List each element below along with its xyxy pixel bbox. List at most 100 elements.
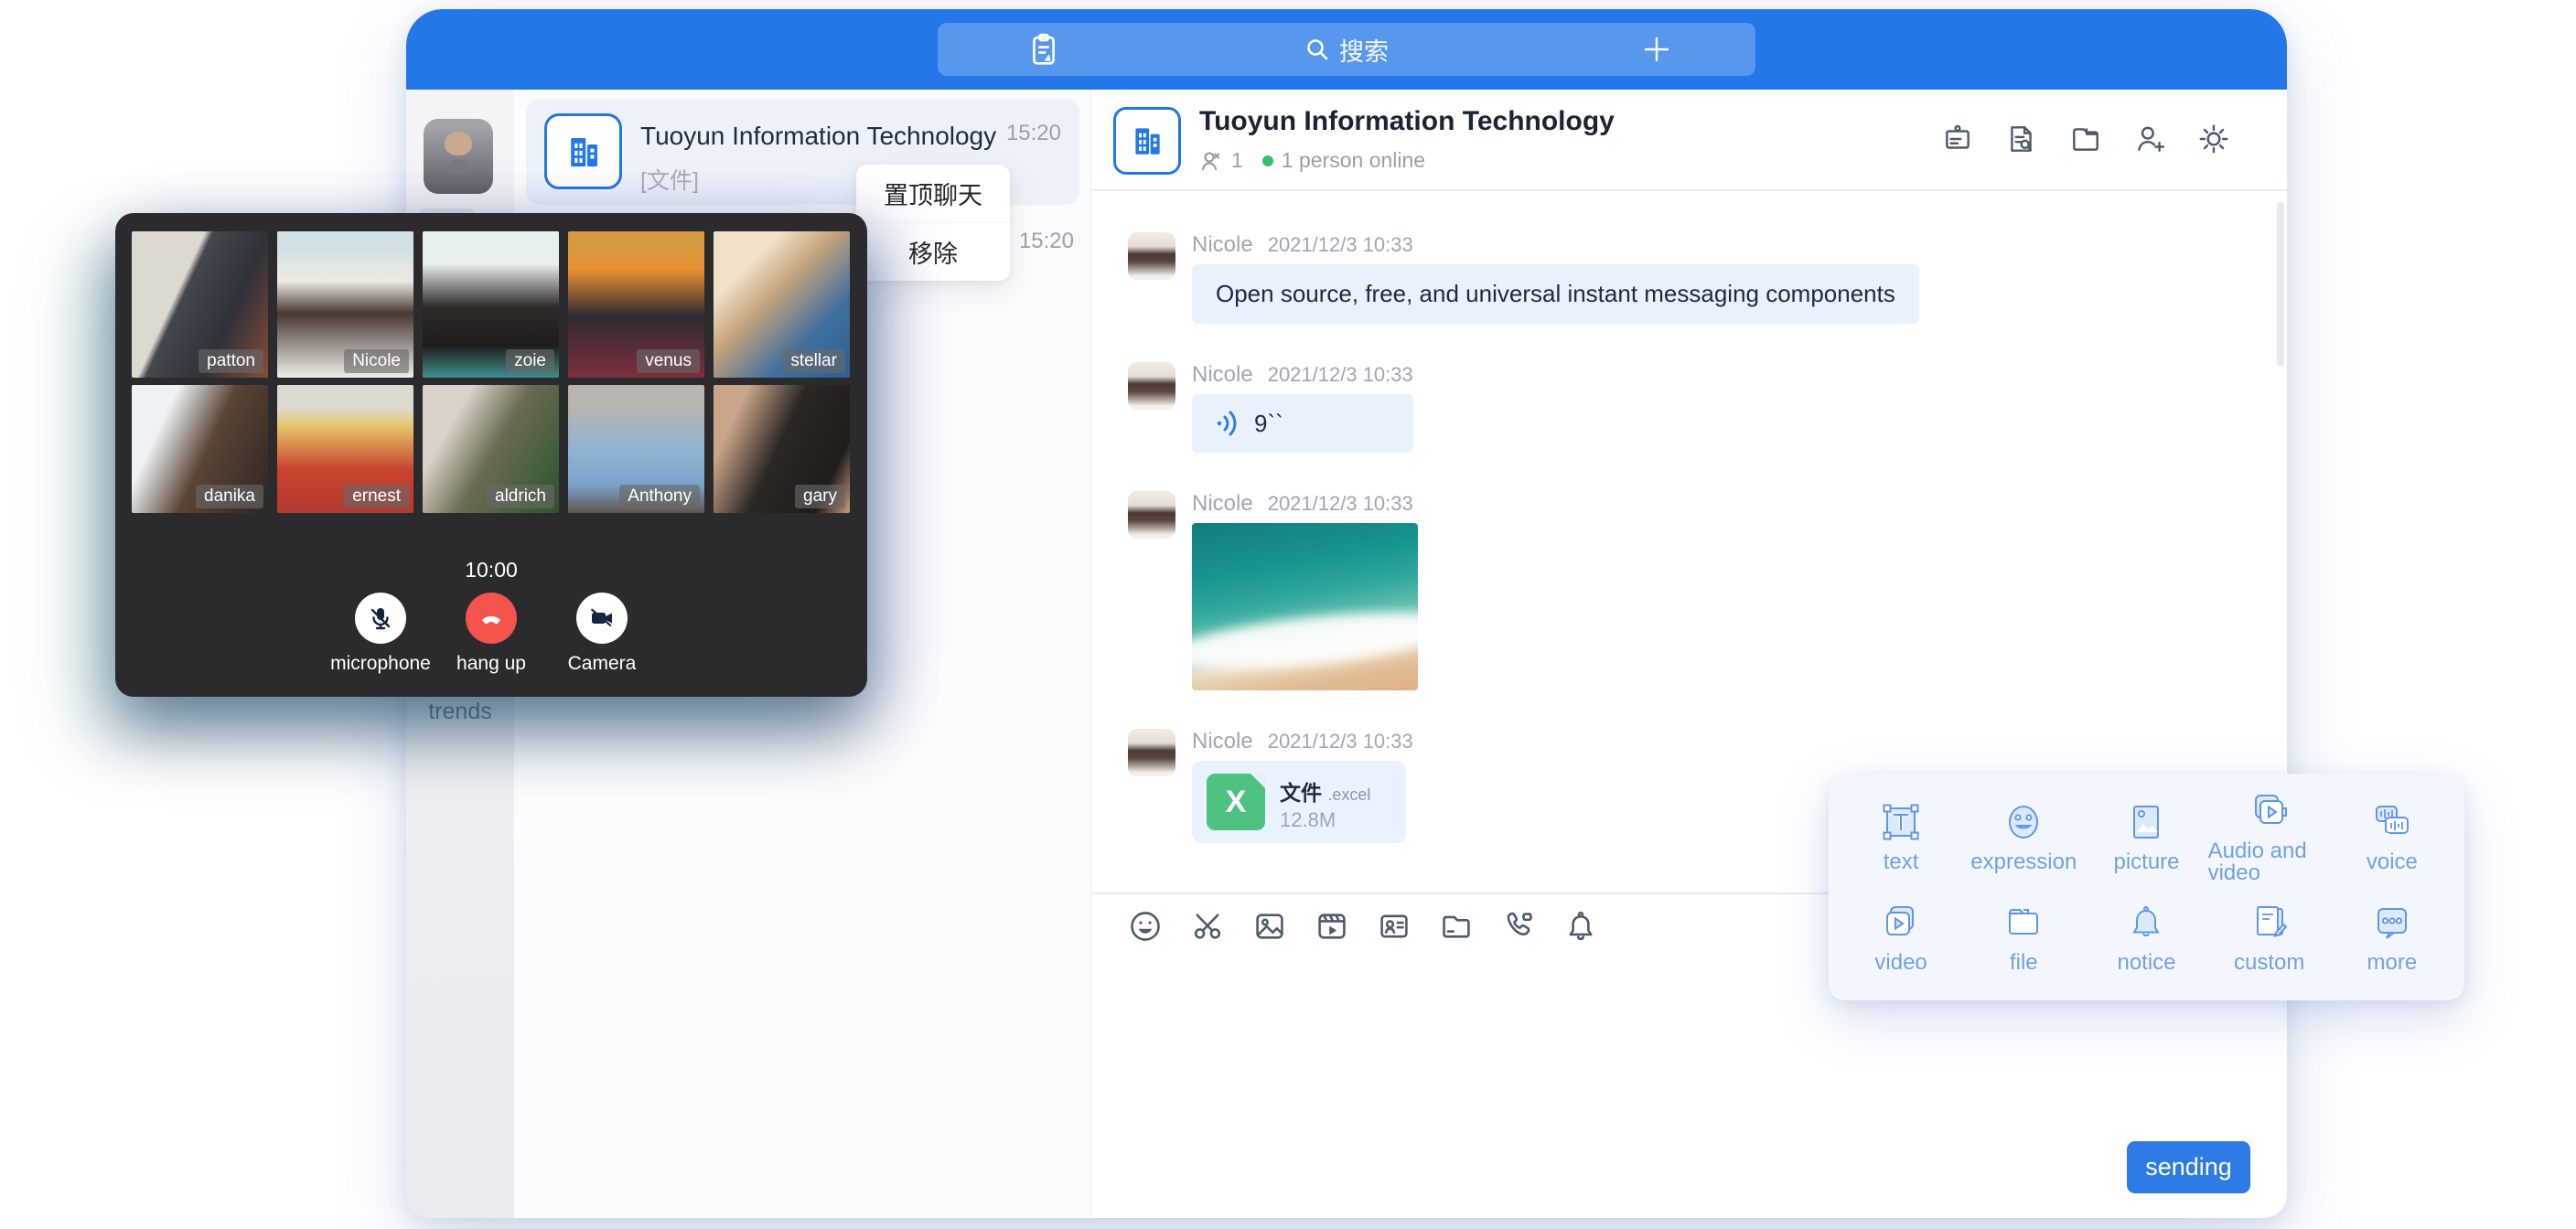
menu-item-pin-chat[interactable]: 置顶聊天	[856, 165, 1010, 222]
sender-name: Nicole	[1192, 729, 1253, 754]
online-status: 1 person online	[1282, 148, 1425, 173]
sender-avatar[interactable]	[1128, 232, 1175, 280]
hang-up-button[interactable]: hang up	[437, 593, 545, 675]
files-icon[interactable]	[2069, 123, 2102, 155]
conversation-last-message: [文件]	[640, 163, 699, 196]
sender-name: Nicole	[1192, 491, 1253, 517]
file-size: 12.8M	[1280, 808, 1336, 832]
screen: 搜索 trends	[0, 0, 2576, 1229]
expression-icon	[2002, 801, 2045, 843]
participant-grid: patton Nicole zoie venus stellar danika …	[132, 231, 850, 513]
file-icon	[2002, 902, 2045, 944]
screenshot-scissors-icon[interactable]	[1190, 909, 1225, 944]
notification-bell-icon[interactable]	[1563, 909, 1598, 944]
participant-video: Nicole	[277, 231, 413, 378]
file-attachment[interactable]: X 文件 .excel 12.8M	[1192, 761, 1406, 843]
message-time: 2021/12/3 10:33	[1268, 492, 1413, 516]
participant-name: zoie	[506, 349, 554, 373]
sender-name: Nicole	[1192, 232, 1253, 258]
notice-icon	[2125, 902, 2167, 944]
panel-item-voice[interactable]: voice	[2331, 786, 2453, 887]
microphone-label: microphone	[327, 653, 435, 675]
hang-up-label: hang up	[437, 653, 545, 675]
contact-card-icon[interactable]	[1377, 909, 1411, 944]
voice-wave-icon	[1214, 408, 1241, 439]
send-button[interactable]: sending	[2127, 1141, 2250, 1193]
panel-item-picture[interactable]: picture	[2085, 786, 2207, 887]
context-menu: 置顶聊天 移除	[856, 165, 1010, 281]
trends-label: trends	[406, 699, 514, 725]
message-text: Nicole 2021/12/3 10:33 Open source, free…	[1128, 232, 2287, 324]
camera-muted-icon	[588, 604, 616, 632]
group-avatar	[544, 113, 622, 189]
message-time: 2021/12/3 10:33	[1268, 363, 1413, 387]
custom-icon	[2249, 902, 2291, 944]
sender-avatar[interactable]	[1128, 491, 1175, 539]
hang-up-icon	[477, 604, 506, 633]
participant-video: patton	[132, 231, 268, 378]
excel-file-icon: X	[1207, 774, 1265, 830]
announcement-icon[interactable]	[1941, 123, 1974, 155]
participant-video: zoie	[423, 231, 559, 378]
panel-item-expression[interactable]: expression	[1962, 786, 2085, 887]
panel-item-file[interactable]: file	[1962, 887, 2085, 988]
chat-header: Tuoyun Information Technology 1 1 person…	[1091, 90, 2287, 191]
online-dot	[1262, 155, 1273, 166]
participant-name: gary	[795, 485, 845, 508]
voice-bubble[interactable]: 9``	[1192, 394, 1413, 453]
panel-item-custom[interactable]: custom	[2208, 887, 2331, 988]
panel-item-video[interactable]: video	[1840, 887, 1962, 988]
audio-video-icon	[2249, 790, 2291, 832]
camera-button[interactable]: Camera	[548, 593, 656, 675]
microphone-button[interactable]: microphone	[327, 593, 435, 675]
sender-avatar[interactable]	[1128, 729, 1175, 776]
participant-video: stellar	[714, 231, 850, 378]
plus-icon[interactable]	[1642, 35, 1671, 64]
top-bar: 搜索	[406, 9, 2287, 90]
clipboard-edit-icon[interactable]	[1025, 31, 1062, 68]
add-member-icon[interactable]	[2133, 123, 2166, 155]
participant-name: ernest	[344, 485, 409, 508]
panel-item-notice[interactable]: notice	[2085, 887, 2207, 988]
call-phone-icon[interactable]	[1501, 909, 1536, 944]
participant-video: gary	[714, 385, 850, 513]
participant-video: aldrich	[423, 385, 559, 513]
message-voice: Nicole 2021/12/3 10:33 9	[1128, 362, 2287, 453]
input-toolbar	[1128, 909, 1598, 944]
video-clip-icon[interactable]	[1315, 909, 1349, 944]
panel-item-more[interactable]: more	[2331, 887, 2453, 988]
more-icon	[2371, 902, 2413, 944]
text-icon	[1880, 801, 1922, 843]
file-folder-icon[interactable]	[1439, 909, 1474, 944]
voice-icon	[2371, 801, 2413, 843]
menu-item-remove[interactable]: 移除	[856, 222, 1010, 281]
settings-gear-icon[interactable]	[2197, 123, 2230, 155]
conversation-time-2: 15:20	[1019, 229, 1074, 254]
call-controls: microphone hang up Camer	[115, 593, 867, 675]
image-icon[interactable]	[1252, 909, 1287, 944]
member-count: 1	[1231, 148, 1243, 173]
panel-item-audio-video[interactable]: Audio and video	[2208, 786, 2331, 887]
search-bar[interactable]: 搜索	[938, 23, 1755, 76]
search-label[interactable]: 搜索	[1339, 32, 1389, 68]
image-attachment[interactable]	[1192, 523, 1418, 690]
message-time: 2021/12/3 10:33	[1268, 233, 1413, 257]
participant-name: Nicole	[344, 349, 409, 373]
participant-video: ernest	[277, 385, 413, 513]
participant-video: danika	[132, 385, 268, 513]
my-avatar[interactable]	[424, 119, 493, 194]
search-icon	[1304, 37, 1330, 62]
participant-name: venus	[637, 349, 700, 373]
sender-name: Nicole	[1192, 362, 1253, 388]
panel-item-text[interactable]: text	[1840, 786, 1962, 887]
chat-history-search-icon[interactable]	[2005, 123, 2038, 155]
scrollbar[interactable]	[2277, 202, 2284, 367]
emoji-icon[interactable]	[1128, 909, 1163, 944]
chat-panel: Tuoyun Information Technology 1 1 person…	[1091, 90, 2287, 1218]
text-bubble[interactable]: Open source, free, and universal instant…	[1192, 264, 1919, 324]
picture-icon	[2125, 801, 2167, 843]
participant-video: venus	[568, 231, 704, 378]
camera-label: Camera	[548, 653, 656, 675]
sender-avatar[interactable]	[1128, 362, 1175, 410]
conversation-title: Tuoyun Information Technology	[640, 122, 996, 151]
